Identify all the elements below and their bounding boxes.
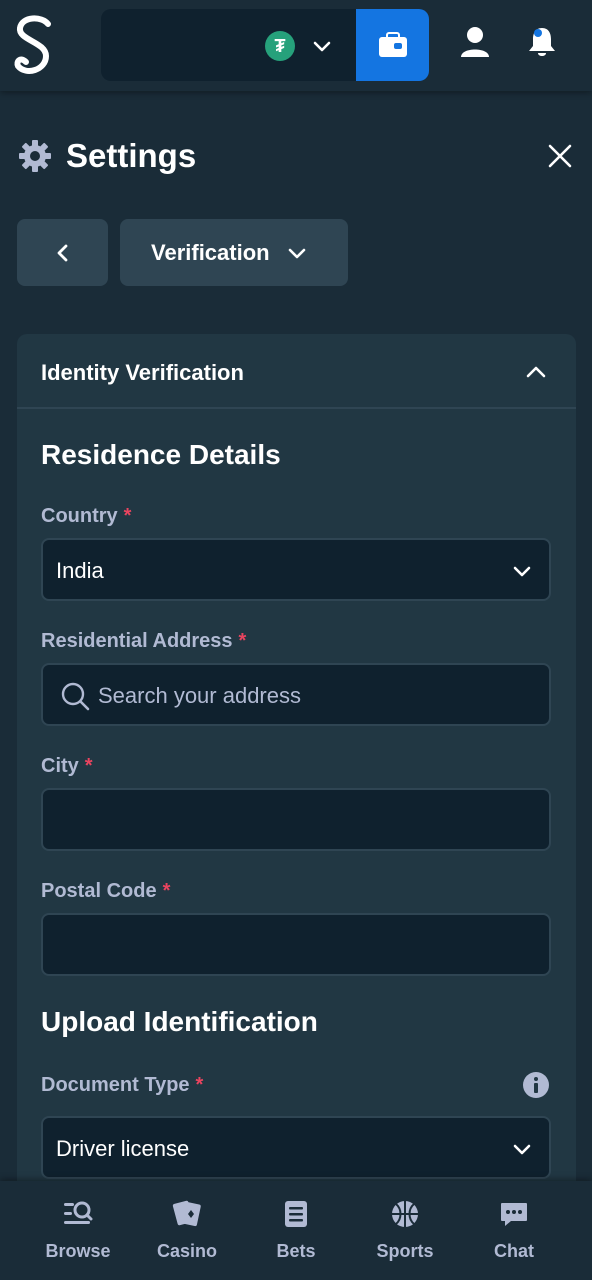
page-title: Settings xyxy=(66,137,197,174)
close-icon[interactable] xyxy=(544,140,576,172)
coin-symbol: ₮ xyxy=(274,35,286,56)
address-label-text: Residential Address xyxy=(41,630,233,652)
chat-icon xyxy=(501,1203,527,1226)
residential-address-input[interactable]: Search your address xyxy=(41,663,551,726)
nav-sports[interactable]: Sports xyxy=(355,1199,455,1269)
city-label: City * xyxy=(41,755,93,778)
country-value: India xyxy=(56,558,104,583)
country-label: Country * xyxy=(41,505,131,528)
nav-label: Chat xyxy=(494,1241,534,1261)
postal-label-text: Postal Code xyxy=(41,880,157,902)
chevron-down-icon xyxy=(513,566,531,577)
wallet-button[interactable] xyxy=(356,9,429,81)
notifications-bell-icon[interactable] xyxy=(524,24,560,60)
required-mark: * xyxy=(84,755,93,777)
required-mark: * xyxy=(162,880,171,902)
stake-logo-icon[interactable] xyxy=(12,14,58,78)
nav-label: Browse xyxy=(45,1241,111,1261)
address-placeholder: Search your address xyxy=(98,683,301,708)
identity-verification-card: Identity Verification Residence Details … xyxy=(17,334,576,1234)
bottom-navigation: Browse Casino Bets Sports Chat xyxy=(0,1181,592,1280)
tether-coin-icon[interactable]: ₮ xyxy=(265,31,295,61)
chevron-up-icon[interactable] xyxy=(524,360,548,384)
required-mark: * xyxy=(238,630,247,652)
nav-browse[interactable]: Browse xyxy=(28,1199,128,1269)
top-header: ₮ xyxy=(0,0,592,91)
document-type-value: Driver license xyxy=(56,1136,190,1161)
browse-icon xyxy=(64,1201,93,1224)
nav-bets[interactable]: Bets xyxy=(246,1199,346,1269)
search-icon xyxy=(61,682,90,711)
bets-list-icon xyxy=(285,1201,307,1227)
identity-verification-header[interactable]: Identity Verification xyxy=(17,334,576,409)
residence-details-title: Residence Details xyxy=(41,439,281,470)
document-type-label: Document Type * xyxy=(41,1074,203,1097)
doc-type-label-text: Document Type xyxy=(41,1074,190,1096)
card-header-title: Identity Verification xyxy=(41,360,244,385)
nav-label: Bets xyxy=(276,1241,316,1261)
nav-label: Casino xyxy=(156,1241,217,1261)
settings-section-dropdown[interactable]: Verification xyxy=(120,219,348,286)
city-label-text: City xyxy=(41,755,79,777)
country-label-text: Country xyxy=(41,505,118,527)
chevron-down-icon xyxy=(288,248,305,258)
wallet-icon xyxy=(378,32,407,57)
postal-code-label: Postal Code * xyxy=(41,880,170,903)
nav-casino[interactable]: Casino xyxy=(137,1199,237,1269)
document-type-select[interactable]: Driver license xyxy=(41,1116,551,1179)
postal-code-input[interactable] xyxy=(41,913,551,976)
chevron-down-icon xyxy=(513,1144,531,1155)
chevron-left-icon xyxy=(57,244,67,261)
residential-address-label: Residential Address * xyxy=(41,630,246,653)
casino-cards-icon xyxy=(172,1200,201,1227)
basketball-icon xyxy=(392,1201,418,1227)
wallet-balance-box[interactable]: ₮ xyxy=(101,9,429,81)
back-button[interactable] xyxy=(17,219,108,286)
required-mark: * xyxy=(123,505,132,527)
city-input[interactable] xyxy=(41,788,551,851)
nav-chat[interactable]: Chat xyxy=(464,1199,564,1269)
settings-title-row: Settings xyxy=(18,136,196,176)
profile-icon[interactable] xyxy=(457,24,493,60)
currency-chevron-down-icon[interactable] xyxy=(311,35,333,57)
nav-label: Sports xyxy=(376,1241,434,1261)
country-select[interactable]: India xyxy=(41,538,551,601)
info-icon[interactable] xyxy=(523,1072,549,1098)
gear-icon xyxy=(19,140,51,172)
section-dropdown-label: Verification xyxy=(151,239,270,265)
required-mark: * xyxy=(195,1074,204,1096)
upload-identification-title: Upload Identification xyxy=(41,1006,318,1037)
